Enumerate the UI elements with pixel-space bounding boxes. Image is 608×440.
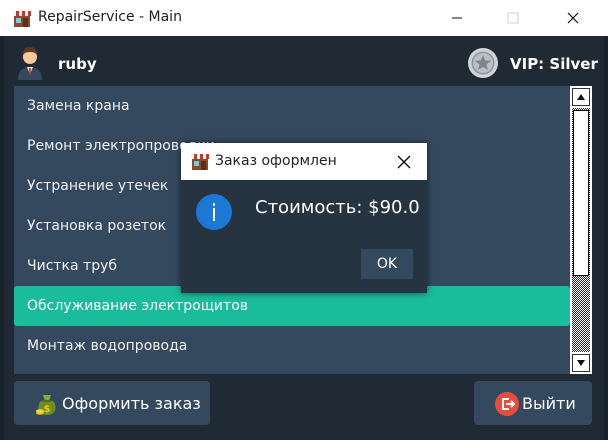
minimize-icon xyxy=(452,17,462,19)
dialog-message: Стоимость: $90.0 xyxy=(255,197,420,218)
scroll-down-button[interactable] xyxy=(572,354,590,372)
scroll-thumb[interactable] xyxy=(573,110,589,276)
shop-icon xyxy=(13,11,31,27)
dialog-title: Заказ оформлен xyxy=(215,153,337,169)
close-icon xyxy=(567,12,579,24)
place-order-label: Оформить заказ xyxy=(62,394,201,413)
close-button[interactable] xyxy=(550,0,596,36)
close-icon xyxy=(397,155,411,169)
list-scrollbar[interactable] xyxy=(570,86,592,374)
list-item[interactable]: Замена крана xyxy=(14,86,570,126)
window-title: RepairService - Main xyxy=(38,9,182,25)
dialog-title-bar: Заказ оформлен xyxy=(181,143,427,180)
arrow-down-icon xyxy=(577,360,585,366)
title-bar: RepairService - Main xyxy=(0,0,608,36)
maximize-icon xyxy=(507,12,519,24)
order-confirmation-dialog: Заказ оформлен Стоимость: $90.0 OK xyxy=(181,143,427,293)
exit-label: Выйти xyxy=(522,394,576,413)
minimize-button[interactable] xyxy=(434,0,480,36)
silver-star-medal-icon xyxy=(468,48,498,78)
info-icon xyxy=(196,194,232,230)
logout-icon xyxy=(495,392,519,416)
scroll-up-button[interactable] xyxy=(572,88,590,106)
ok-button[interactable]: OK xyxy=(361,249,413,279)
svg-text:$: $ xyxy=(44,404,51,415)
user-avatar-icon xyxy=(18,47,42,80)
dialog-close-button[interactable] xyxy=(393,151,415,173)
shop-icon xyxy=(191,154,209,170)
money-bag-icon: $ xyxy=(36,395,56,415)
vip-status-label: VIP: Silver xyxy=(510,55,598,73)
place-order-button[interactable]: $ Оформить заказ xyxy=(14,381,210,425)
username: ruby xyxy=(58,55,97,73)
exit-button[interactable]: Выйти xyxy=(474,381,592,425)
maximize-button[interactable] xyxy=(490,0,536,36)
list-item[interactable]: Монтаж водопровода xyxy=(14,326,570,366)
arrow-up-icon xyxy=(577,94,585,100)
